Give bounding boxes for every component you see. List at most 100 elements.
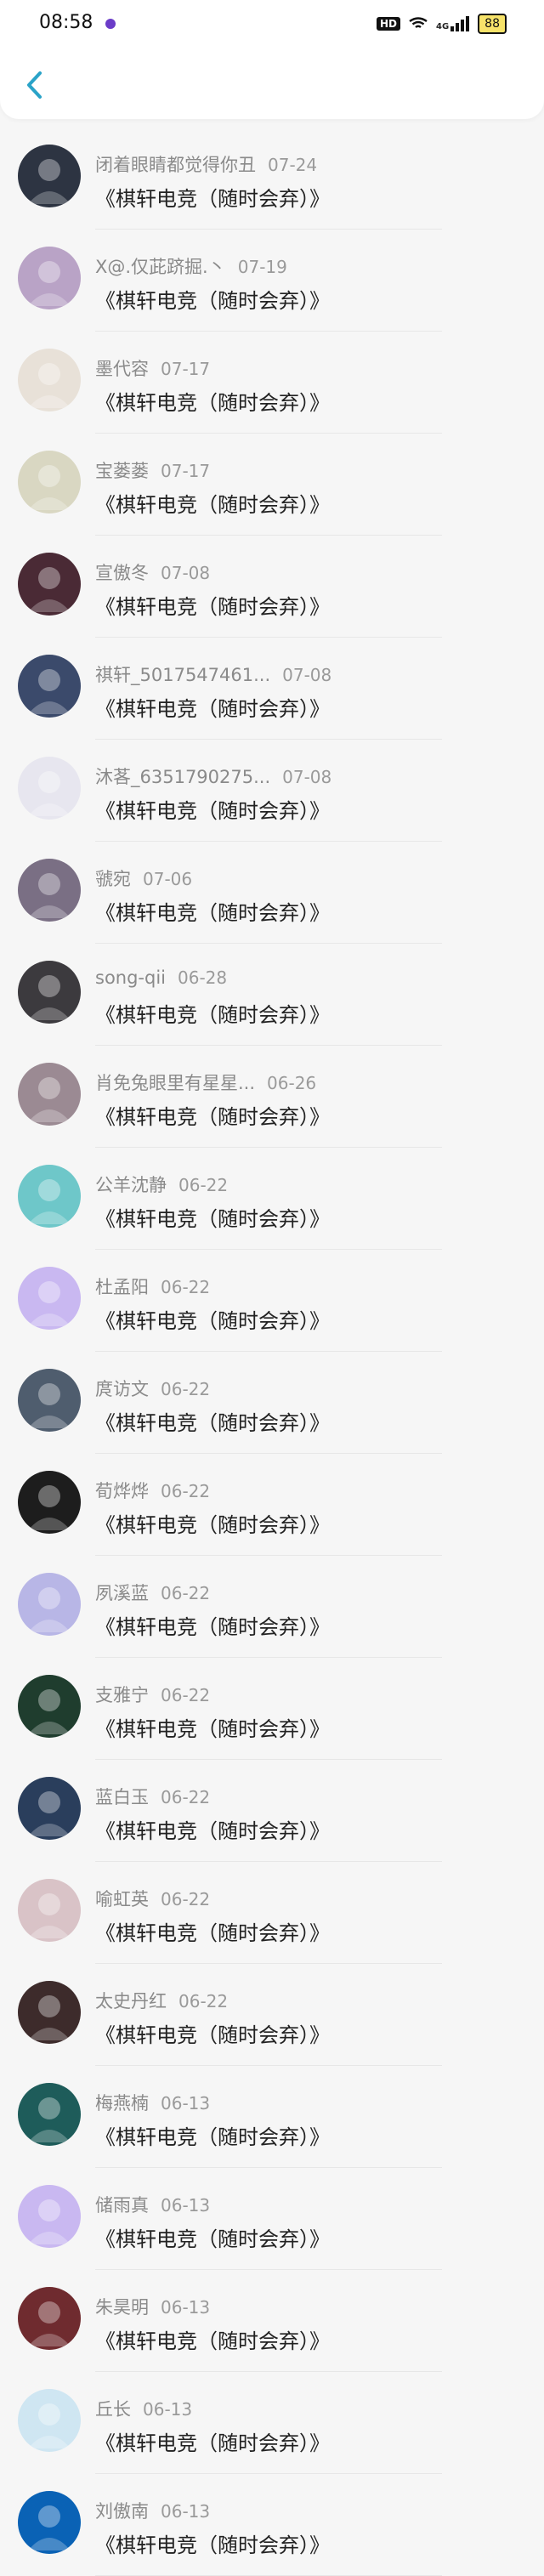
avatar[interactable] — [18, 1369, 81, 1432]
list-item[interactable]: 肖免兔眼里有星星... 06-26 《棋轩电竞（随时会弃）》 — [0, 1046, 544, 1148]
avatar[interactable] — [18, 2389, 81, 2452]
avatar-image-icon — [18, 859, 81, 922]
sender-name: 沐茖_6351790275... — [95, 767, 271, 787]
avatar-image-icon — [18, 961, 81, 1024]
message-text: 《棋轩电竞（随时会弃）》 — [95, 2125, 330, 2149]
avatar-image-icon — [18, 247, 81, 309]
avatar-image-icon — [18, 1165, 81, 1228]
avatar[interactable] — [18, 1573, 81, 1636]
avatar[interactable] — [18, 1267, 81, 1330]
avatar[interactable] — [18, 1675, 81, 1738]
message-date: 06-28 — [178, 967, 228, 988]
avatar[interactable] — [18, 2083, 81, 2146]
message-date: 06-22 — [161, 1889, 211, 1909]
message-text: 《棋轩电竞（随时会弃）》 — [95, 493, 330, 517]
sender-line: 宣傲冬 07-08 — [95, 559, 210, 585]
sender-line: 蓝白玉 06-22 — [95, 1784, 210, 1809]
avatar[interactable] — [18, 553, 81, 616]
sender-line: song-qii 06-28 — [95, 967, 227, 988]
avatar-image-icon — [18, 2185, 81, 2248]
list-item[interactable]: 沐茖_6351790275... 07-08 《棋轩电竞（随时会弃）》 — [0, 740, 544, 842]
chevron-left-icon — [27, 71, 42, 99]
sender-line: 闭着眼睛都觉得你丑 07-24 — [95, 151, 317, 177]
list-item[interactable]: 庹访文 06-22 《棋轩电竞（随时会弃）》 — [0, 1352, 544, 1454]
avatar[interactable] — [18, 859, 81, 922]
avatar[interactable] — [18, 2287, 81, 2350]
message-text: 《棋轩电竞（随时会弃）》 — [95, 289, 330, 313]
message-text: 《棋轩电竞（随时会弃）》 — [95, 901, 330, 925]
status-time: 08:58 — [39, 12, 94, 33]
avatar-image-icon — [18, 655, 81, 718]
avatar[interactable] — [18, 655, 81, 718]
message-date: 06-13 — [161, 2195, 211, 2216]
list-item[interactable]: 储雨真 06-13 《棋轩电竞（随时会弃）》 — [0, 2168, 544, 2270]
sender-name: 闭着眼睛都觉得你丑 — [95, 155, 256, 175]
message-date: 06-22 — [161, 1787, 211, 1807]
message-date: 06-22 — [161, 1685, 211, 1705]
sender-name: 刘傲南 — [95, 2501, 149, 2522]
sender-line: 喻虹英 06-22 — [95, 1886, 210, 1911]
sender-line: 支雅宁 06-22 — [95, 1682, 210, 1707]
sender-name: 公羊沈静 — [95, 1175, 167, 1195]
list-item[interactable]: 墨代容 07-17 《棋轩电竞（随时会弃）》 — [0, 332, 544, 434]
list-item[interactable]: 喻虹英 06-22 《棋轩电竞（随时会弃）》 — [0, 1862, 544, 1964]
list-item[interactable]: 支雅宁 06-22 《棋轩电竞（随时会弃）》 — [0, 1658, 544, 1760]
list-item[interactable]: 夙溪蓝 06-22 《棋轩电竞（随时会弃）》 — [0, 1556, 544, 1658]
sender-name: 支雅宁 — [95, 1685, 149, 1705]
message-date: 06-22 — [178, 1175, 229, 1195]
list-item[interactable]: 宝蒌蒌 07-17 《棋轩电竞（随时会弃）》 — [0, 434, 544, 536]
list-item[interactable]: 杜孟阳 06-22 《棋轩电竞（随时会弃）》 — [0, 1250, 544, 1352]
avatar[interactable] — [18, 757, 81, 820]
sender-name: 墨代容 — [95, 359, 149, 379]
list-item[interactable]: 刘傲南 06-13 《棋轩电竞（随时会弃）》 — [0, 2474, 544, 2576]
avatar[interactable] — [18, 145, 81, 207]
sender-name: X@.仅茈跻掘.丶 — [95, 257, 226, 277]
list-item[interactable]: 祺轩_5017547461... 07-08 《棋轩电竞（随时会弃）》 — [0, 638, 544, 740]
message-date: 06-22 — [178, 1991, 229, 2011]
message-text: 《棋轩电竞（随时会弃）》 — [95, 1513, 330, 1537]
avatar[interactable] — [18, 349, 81, 411]
sender-name: 太史丹红 — [95, 1991, 167, 2011]
message-date: 07-24 — [268, 155, 318, 175]
sender-name: 宝蒌蒌 — [95, 461, 149, 481]
avatar-image-icon — [18, 1879, 81, 1942]
list-item[interactable]: 荀烨烨 06-22 《棋轩电竞（随时会弃）》 — [0, 1454, 544, 1556]
avatar[interactable] — [18, 451, 81, 513]
sender-line: X@.仅茈跻掘.丶 07-19 — [95, 253, 287, 279]
avatar[interactable] — [18, 2491, 81, 2554]
message-date: 06-22 — [161, 1583, 211, 1603]
list-item[interactable]: 蓝白玉 06-22 《棋轩电竞（随时会弃）》 — [0, 1760, 544, 1862]
avatar[interactable] — [18, 247, 81, 309]
message-text: 《棋轩电竞（随时会弃）》 — [95, 391, 330, 415]
avatar[interactable] — [18, 2185, 81, 2248]
message-list: 闭着眼睛都觉得你丑 07-24 《棋轩电竞（随时会弃）》 X@.仅茈跻掘.丶 07-… — [0, 128, 544, 2576]
avatar[interactable] — [18, 1981, 81, 2044]
status-indicators: HD 4G 88 — [376, 14, 507, 34]
avatar[interactable] — [18, 1063, 81, 1126]
back-button[interactable] — [17, 68, 51, 102]
avatar[interactable] — [18, 1777, 81, 1840]
avatar[interactable] — [18, 1165, 81, 1228]
hd-badge: HD — [376, 17, 400, 31]
list-item[interactable]: 太史丹红 06-22 《棋轩电竞（随时会弃）》 — [0, 1964, 544, 2066]
message-date: 07-08 — [161, 563, 211, 583]
sender-line: 储雨真 06-13 — [95, 2192, 210, 2217]
avatar-image-icon — [18, 2083, 81, 2146]
list-item[interactable]: 梅燕楠 06-13 《棋轩电竞（随时会弃）》 — [0, 2066, 544, 2168]
list-item[interactable]: 宣傲冬 07-08 《棋轩电竞（随时会弃）》 — [0, 536, 544, 638]
avatar[interactable] — [18, 1879, 81, 1942]
list-item[interactable]: X@.仅茈跻掘.丶 07-19 《棋轩电竞（随时会弃）》 — [0, 230, 544, 332]
avatar[interactable] — [18, 1471, 81, 1534]
message-date: 07-19 — [237, 257, 287, 277]
avatar[interactable] — [18, 961, 81, 1024]
sender-line: 朱昊明 06-13 — [95, 2294, 210, 2319]
list-item[interactable]: 虢宛 07-06 《棋轩电竞（随时会弃）》 — [0, 842, 544, 944]
list-item[interactable]: 朱昊明 06-13 《棋轩电竞（随时会弃）》 — [0, 2270, 544, 2372]
sender-line: 肖免兔眼里有星星... 06-26 — [95, 1070, 316, 1095]
message-text: 《棋轩电竞（随时会弃）》 — [95, 1921, 330, 1945]
list-item[interactable]: 丘长 06-13 《棋轩电竞（随时会弃）》 — [0, 2372, 544, 2474]
list-item[interactable]: song-qii 06-28 《棋轩电竞（随时会弃）》 — [0, 944, 544, 1046]
sender-name: 梅燕楠 — [95, 2093, 149, 2114]
list-item[interactable]: 公羊沈静 06-22 《棋轩电竞（随时会弃）》 — [0, 1148, 544, 1250]
list-item[interactable]: 闭着眼睛都觉得你丑 07-24 《棋轩电竞（随时会弃）》 — [0, 128, 544, 230]
